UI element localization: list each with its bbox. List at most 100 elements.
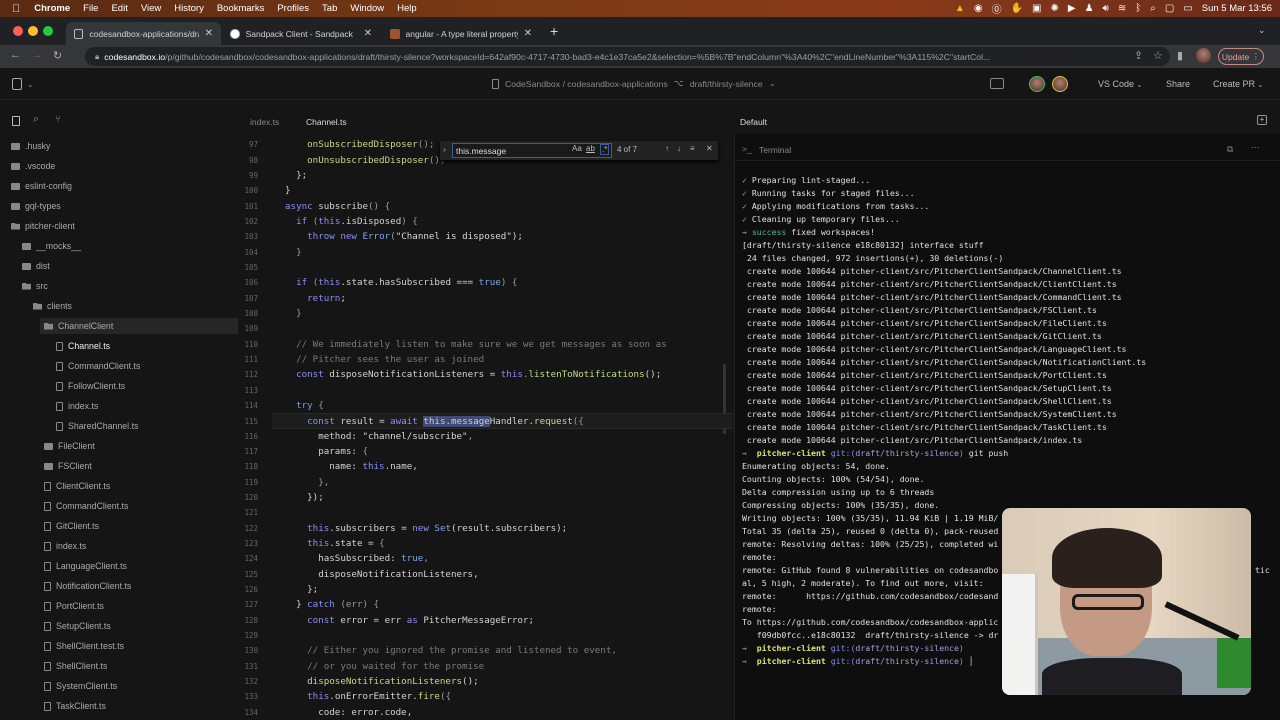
file-tree-item[interactable]: ShellClient.test.ts [44,638,124,654]
forward-button[interactable]: → [32,49,43,61]
address-bar[interactable]: 🔒︎ codesandbox.io/p/github/codesandbox/c… [85,47,1170,66]
code-line[interactable]: 99 }; [240,168,725,183]
regex-toggle[interactable]: .* [600,144,610,155]
collaborator-avatar[interactable] [1052,76,1068,92]
more-options-icon[interactable]: ⋯ [1251,142,1260,153]
code-line[interactable]: 100} [240,183,725,198]
code-line[interactable]: 106 if (this.state.hasSubscribed === tru… [240,275,725,290]
share-button[interactable]: Share [1166,79,1190,89]
file-tree-item[interactable]: pitcher-client [11,218,75,234]
file-tree-item[interactable]: dist [22,258,50,274]
wifi-icon[interactable]: ≋ [1118,3,1126,14]
code-line[interactable]: 119 }, [240,475,725,490]
code-line[interactable]: 103 throw new Error("Channel is disposed… [240,229,725,244]
file-tree-item[interactable]: src [22,278,48,294]
code-line[interactable]: 133 this.onErrorEmitter.fire({ [240,689,725,704]
file-tree-item[interactable]: gql-types [11,198,61,214]
file-tree-item[interactable]: .husky [11,138,50,154]
file-tree-item[interactable]: TaskClient.ts [44,698,106,714]
code-line[interactable]: 129 [240,628,725,643]
code-line[interactable]: 112 const disposeNotificationListeners =… [240,367,725,382]
code-line[interactable]: 116 method: "channel/subscribe", [240,429,725,444]
search-icon[interactable]: ⌕ [1150,3,1156,14]
code-line[interactable]: 126 }; [240,582,725,597]
file-tree-item[interactable]: FileClient [44,438,95,454]
file-tree-item[interactable]: CommandClient.ts [44,498,128,514]
code-line[interactable]: 123 this.state = { [240,536,725,551]
code-line[interactable]: 125 disposeNotificationListeners, [240,567,725,582]
close-find-icon[interactable]: ✕ [706,144,713,153]
code-line[interactable]: 115 const result = await this.messageHan… [244,413,733,429]
update-button[interactable]: Update ⋮ [1218,48,1264,65]
code-line[interactable]: 128 const error = err as PitcherMessageE… [240,613,725,628]
warning-icon[interactable]: ▲ [955,3,965,14]
file-tree-item[interactable]: SharedChannel.ts [56,418,138,434]
menu-app-chrome[interactable]: Chrome [34,3,70,14]
find-in-selection-icon[interactable]: ≡ [690,144,695,153]
profile-avatar[interactable] [1196,48,1211,63]
menu-item-bookmarks[interactable]: Bookmarks [217,3,265,14]
apple-menu-icon[interactable]:  [12,3,20,15]
file-tree-item[interactable]: __mocks__ [22,238,81,254]
close-tab-icon[interactable]: ✕ [524,28,532,39]
browser-tab[interactable]: Sandpack Client - Sandpack ✕ [222,22,380,45]
collaborator-avatar[interactable] [1029,76,1045,92]
previous-match-icon[interactable]: ↑ [665,144,669,153]
volume-icon[interactable]: 🔊︎ [1103,3,1109,14]
lock-icon[interactable]: 🔒︎ [95,52,99,62]
code-line[interactable]: 124 hasSubscribed: true, [240,551,725,566]
file-tree-item[interactable]: index.ts [56,398,98,414]
editor-tab-index-ts[interactable]: index.ts [250,117,279,127]
code-line[interactable]: 109 [240,321,725,336]
menu-item-file[interactable]: File [83,3,98,14]
file-tree-item[interactable]: CommandClient.ts [56,358,140,374]
file-tree-item[interactable]: index.ts [44,538,86,554]
menu-item-window[interactable]: Window [350,3,384,14]
status-icon[interactable]: ▣ [1032,3,1041,14]
file-tree-item[interactable]: ChannelClient [40,318,238,334]
code-line[interactable]: 113 [240,383,725,398]
breadcrumb[interactable]: CodeSandbox / codesandbox-applications ⌥… [492,78,776,89]
code-line[interactable]: 132 disposeNotificationListeners(); [240,674,725,689]
terminal-title[interactable]: Terminal [759,145,791,155]
file-tree-item[interactable]: eslint-config [11,178,72,194]
file-tree-item[interactable]: SetupClient.ts [44,618,111,634]
menu-item-edit[interactable]: Edit [111,3,127,14]
close-tab-icon[interactable]: ✕ [364,28,372,39]
code-line[interactable]: 114 try { [240,398,725,413]
whole-word-toggle[interactable]: ab [586,144,595,153]
menu-item-profiles[interactable]: Profiles [277,3,309,14]
bookmark-star-icon[interactable]: ☆ [1153,49,1163,62]
tab-search-chevron-icon[interactable]: ⌄ [1258,25,1266,36]
menu-item-view[interactable]: View [141,3,161,14]
preview-icon[interactable] [990,78,1004,89]
menu-icon[interactable] [12,78,22,90]
status-icon[interactable]: ◉ [974,3,983,14]
popout-icon[interactable]: ⧉ [1227,144,1233,155]
menubar-clock[interactable]: Sun 5 Mar 13:56 [1202,3,1272,14]
add-panel-icon[interactable]: + [1257,115,1267,125]
file-tree-item[interactable]: PortClient.ts [44,598,104,614]
code-line[interactable]: 111 // Pitcher sees the user as joined [240,352,725,367]
search-icon[interactable]: ⌕ [33,113,39,126]
close-tab-icon[interactable]: ✕ [205,28,213,39]
code-line[interactable]: 104 } [240,245,725,260]
editor-tab-channel-ts[interactable]: Channel.ts [306,117,347,127]
reload-button[interactable]: ↻ [53,49,62,62]
code-line[interactable]: 105 [240,260,725,275]
code-line[interactable]: 131 // or you waited for the promise [240,659,725,674]
file-tree-item[interactable]: ClientClient.ts [44,478,110,494]
user-icon[interactable]: ♟ [1085,3,1094,14]
back-button[interactable]: ← [10,49,21,61]
git-icon[interactable]: ⑂ [55,114,61,125]
status-icon[interactable]: ✋ [1011,3,1023,14]
explorer-icon[interactable] [12,116,20,126]
menu-item-tab[interactable]: Tab [322,3,337,14]
sidebar-icon[interactable]: ▮ [1177,49,1183,62]
vscode-button[interactable]: VS Code ⌄ [1098,79,1142,89]
match-case-toggle[interactable]: Aa [572,144,582,153]
code-line[interactable]: 117 params: { [240,444,725,459]
create-pr-button[interactable]: Create PR ⌄ [1213,79,1263,89]
code-line[interactable]: 107 return; [240,291,725,306]
status-icon[interactable]: ⓪ [992,1,1002,16]
